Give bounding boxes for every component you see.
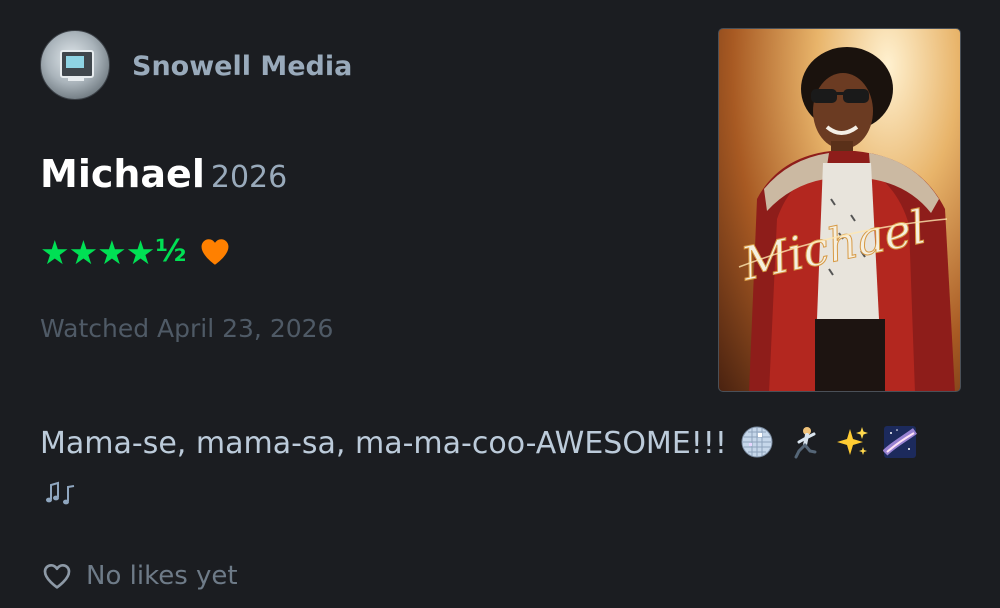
rating-stars: ★★★★ (40, 232, 155, 272)
username-link[interactable]: Snowell Media (132, 51, 352, 82)
mirror-ball-icon (741, 426, 773, 458)
poster-art: Michael (735, 47, 955, 391)
likes-row[interactable]: No likes yet (40, 560, 238, 592)
rating-row: ★★★★ ½ (40, 235, 232, 269)
film-title-line: Michael 2026 (40, 152, 287, 196)
sparkles-icon (836, 427, 868, 455)
milky-way-icon (883, 426, 918, 458)
film-poster[interactable]: Michael (718, 28, 961, 392)
review-text: Mama-se, mama-sa, ma-ma-coo-AWESOME!!! (40, 418, 960, 522)
avatar[interactable] (40, 30, 110, 100)
film-title[interactable]: Michael (40, 152, 205, 196)
likes-count-text: No likes yet (86, 561, 238, 591)
computer-stand (68, 77, 84, 81)
review-body: Mama-se, mama-sa, ma-ma-coo-AWESOME!!! (40, 426, 727, 461)
film-year[interactable]: 2026 (211, 160, 287, 195)
retro-computer-icon (60, 50, 94, 78)
heart-outline-icon[interactable] (40, 560, 74, 592)
rating-half-star: ½ (155, 234, 187, 269)
liked-heart-icon (201, 239, 229, 265)
musical-notes-icon (46, 481, 75, 505)
dancing-man-icon (794, 427, 817, 459)
watched-date: Watched April 23, 2026 (40, 314, 334, 343)
